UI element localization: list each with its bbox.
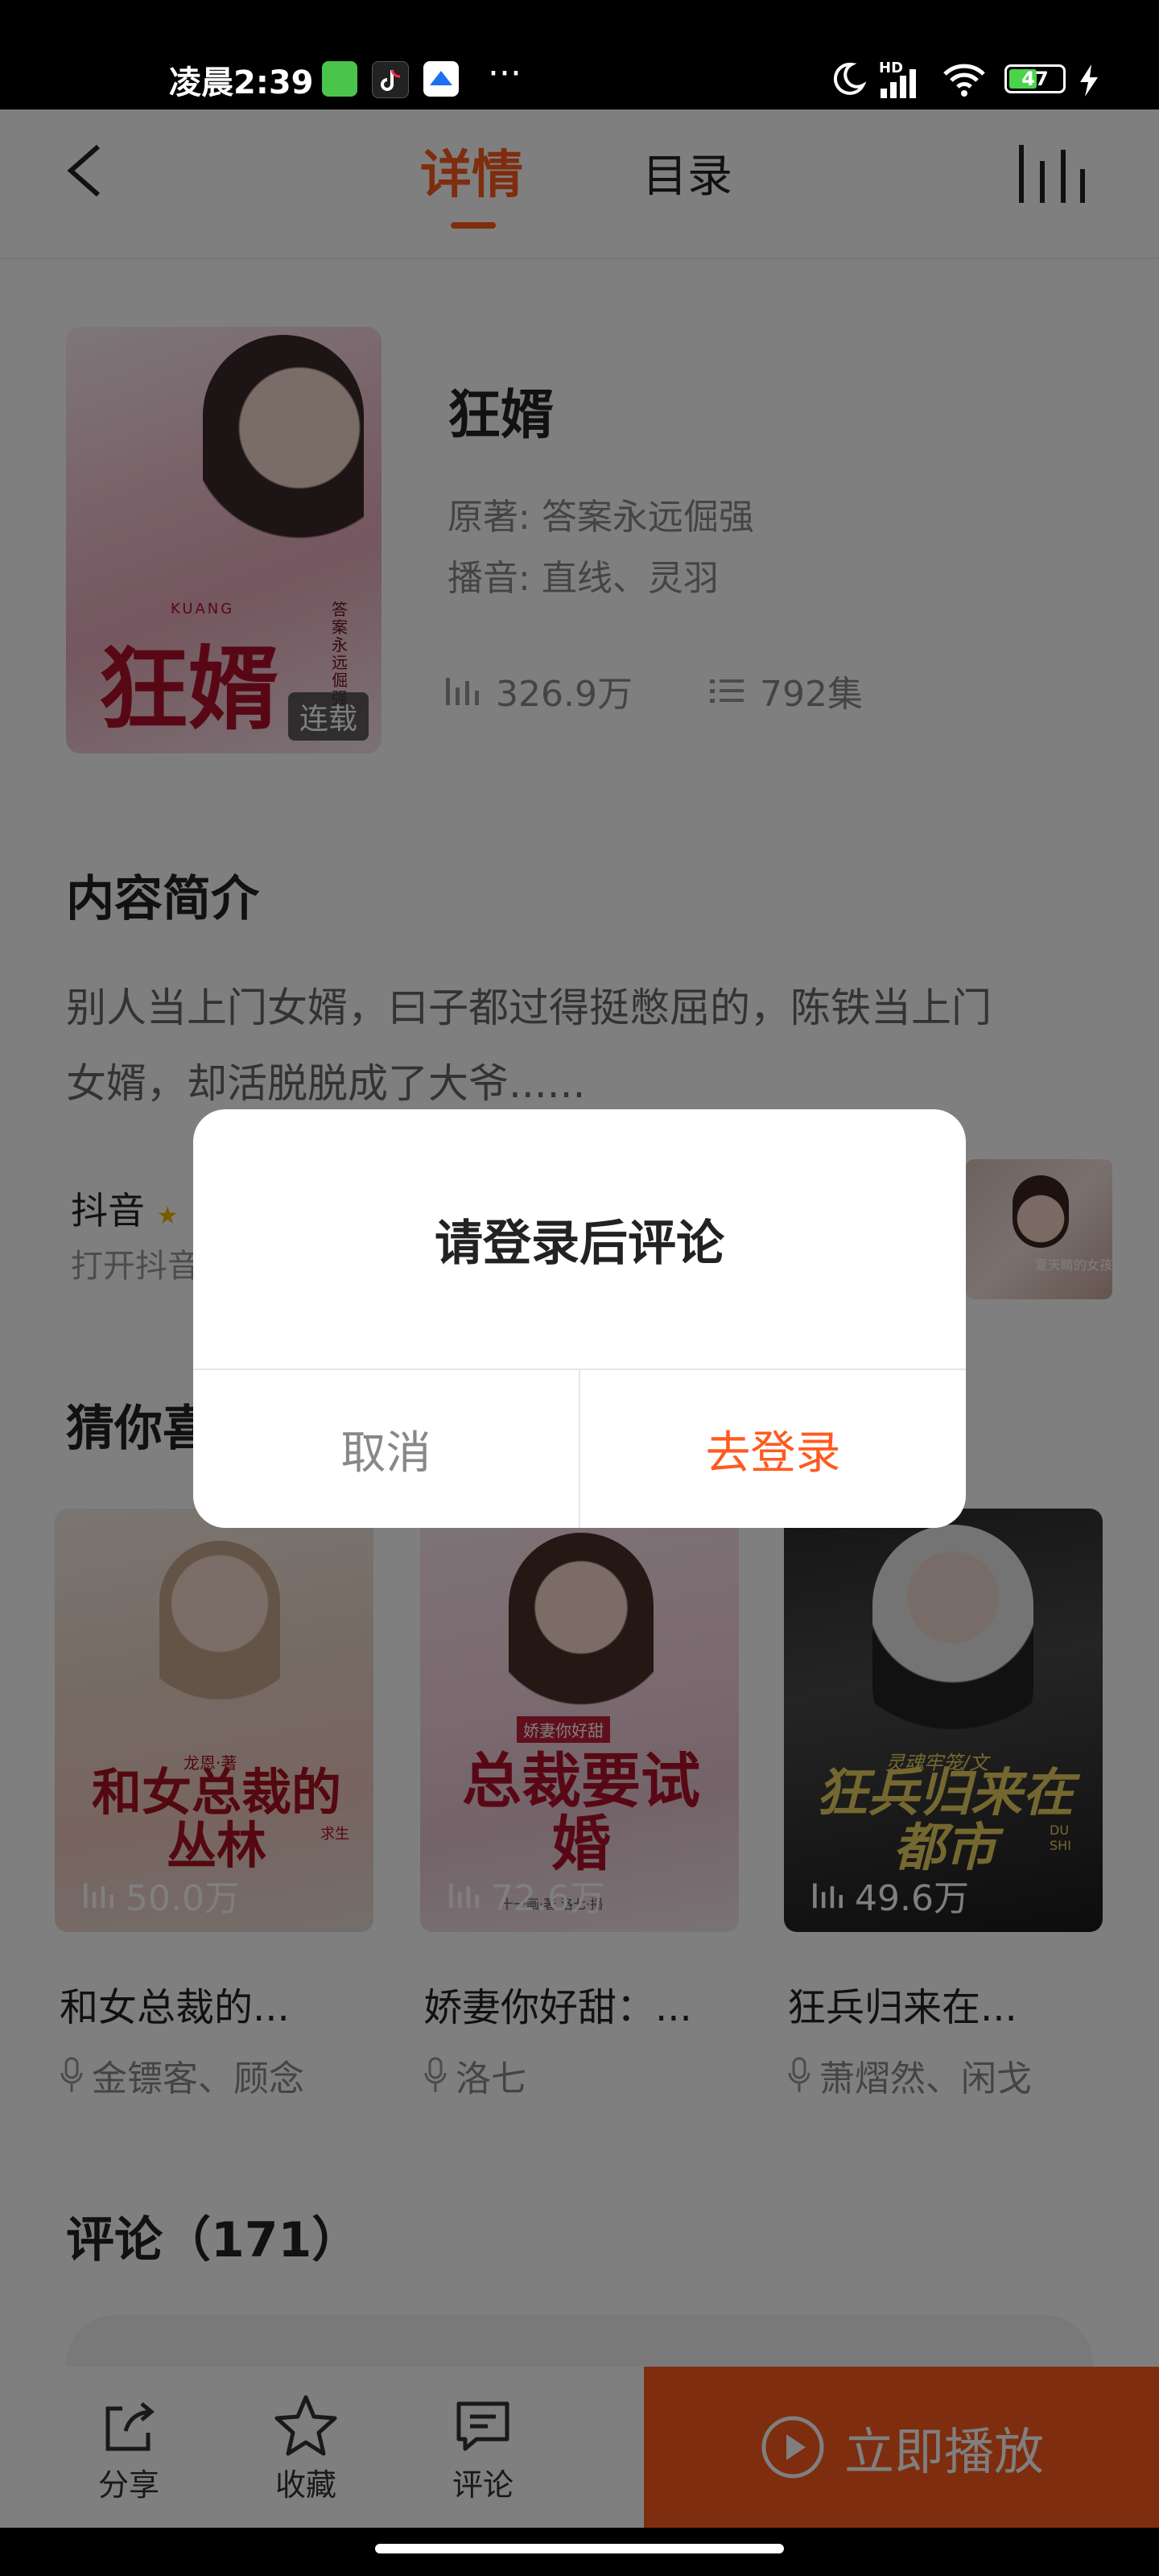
go-login-button[interactable]: 去登录 bbox=[580, 1370, 966, 1528]
home-indicator[interactable] bbox=[375, 2544, 784, 2553]
more-notifications: ··· bbox=[488, 53, 522, 94]
battery-level: 47 bbox=[1021, 68, 1049, 90]
cancel-label: 取消 bbox=[340, 1426, 431, 1480]
moon-icon bbox=[829, 60, 867, 100]
dialog-message: 请登录后评论 bbox=[435, 1216, 724, 1272]
battery-icon: 47 bbox=[1004, 64, 1066, 93]
go-login-label: 去登录 bbox=[705, 1426, 841, 1480]
cancel-button[interactable]: 取消 bbox=[193, 1370, 579, 1528]
status-time: 凌晨2:39 bbox=[169, 64, 314, 101]
charging-icon bbox=[1079, 64, 1099, 100]
wifi-icon bbox=[942, 63, 987, 100]
tiktok-notification-icon bbox=[372, 61, 409, 98]
login-dialog: 请登录后评论 取消 去登录 bbox=[193, 1109, 966, 1528]
message-notification-icon bbox=[423, 61, 459, 97]
signal-icon bbox=[879, 69, 921, 101]
system-nav-bar bbox=[0, 2528, 1159, 2576]
app-notification-icon bbox=[322, 61, 357, 97]
status-bar: 凌晨2:39 ··· HD 47 bbox=[0, 0, 1159, 109]
